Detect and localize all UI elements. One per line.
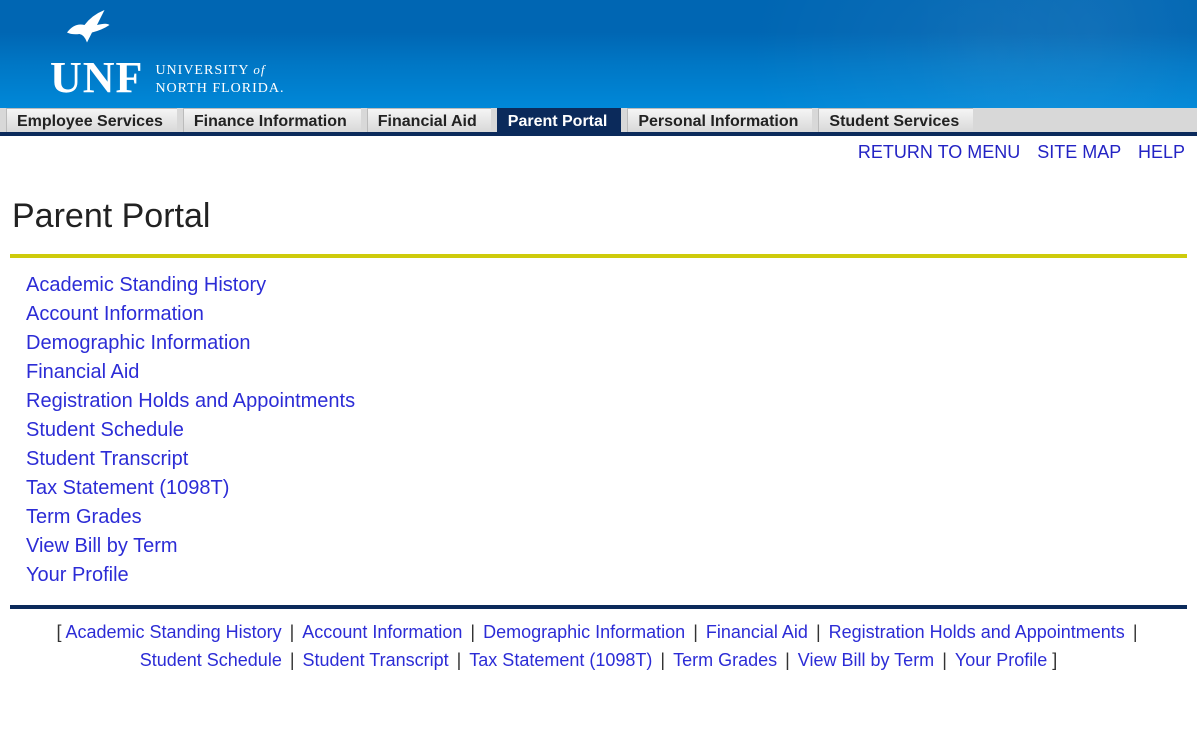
footer-link-account-information[interactable]: Account Information (302, 622, 462, 642)
header-banner: UNF UNIVERSITY of NORTH FLORIDA. (0, 0, 1197, 108)
unf-logo: UNF UNIVERSITY of NORTH FLORIDA. (50, 10, 285, 100)
footer-link-student-schedule[interactable]: Student Schedule (140, 650, 282, 670)
footer-separator: | (282, 650, 303, 670)
footer-separator: | (685, 622, 706, 642)
link-demographic-information[interactable]: Demographic Information (26, 332, 251, 355)
footer-separator: | (449, 650, 470, 670)
tabs-row: Employee ServicesFinance InformationFina… (0, 108, 1197, 136)
tab-financial-aid[interactable]: Financial Aid (367, 108, 491, 132)
link-student-transcript[interactable]: Student Transcript (26, 448, 188, 471)
footer-separator: | (934, 650, 955, 670)
footer-separator: | (808, 622, 829, 642)
link-account-information[interactable]: Account Information (26, 303, 204, 326)
link-your-profile[interactable]: Your Profile (26, 564, 129, 587)
link-tax-statement-1098t-[interactable]: Tax Statement (1098T) (26, 477, 229, 500)
footer-link-student-transcript[interactable]: Student Transcript (303, 650, 449, 670)
brand-short: UNF (50, 56, 143, 100)
footer-bracket-open: [ (56, 622, 65, 642)
footer-separator: | (462, 622, 483, 642)
tab-employee-services[interactable]: Employee Services (6, 108, 177, 132)
footer-link-financial-aid[interactable]: Financial Aid (706, 622, 808, 642)
link-view-bill-by-term[interactable]: View Bill by Term (26, 535, 178, 558)
osprey-icon (62, 5, 112, 55)
site-map-link[interactable]: SITE MAP (1037, 142, 1121, 162)
link-student-schedule[interactable]: Student Schedule (26, 419, 184, 442)
help-link[interactable]: HELP (1138, 142, 1185, 162)
footer-separator: | (777, 650, 798, 670)
footer-link-view-bill-by-term[interactable]: View Bill by Term (798, 650, 934, 670)
footer-link-registration-holds-and-appointments[interactable]: Registration Holds and Appointments (829, 622, 1125, 642)
footer-link-academic-standing-history[interactable]: Academic Standing History (66, 622, 282, 642)
tab-parent-portal[interactable]: Parent Portal (497, 108, 622, 132)
footer-link-your-profile[interactable]: Your Profile (955, 650, 1047, 670)
page-title: Parent Portal (0, 163, 1197, 254)
return-to-menu-link[interactable]: RETURN TO MENU (858, 142, 1020, 162)
footer-links: [ Academic Standing History | Account In… (0, 609, 1197, 695)
brand-line1b: of (253, 62, 265, 77)
brand-line1a: UNIVERSITY (155, 63, 253, 78)
tab-personal-information[interactable]: Personal Information (627, 108, 812, 132)
footer-link-demographic-information[interactable]: Demographic Information (483, 622, 685, 642)
footer-separator: | (282, 622, 303, 642)
footer-separator: | (652, 650, 673, 670)
footer-link-tax-statement-1098t-[interactable]: Tax Statement (1098T) (469, 650, 652, 670)
tab-finance-information[interactable]: Finance Information (183, 108, 361, 132)
link-registration-holds-and-appointments[interactable]: Registration Holds and Appointments (26, 390, 355, 413)
main-links: Academic Standing History Account Informa… (0, 258, 1197, 601)
brand-full: UNIVERSITY of NORTH FLORIDA. (155, 62, 284, 97)
footer-link-term-grades[interactable]: Term Grades (673, 650, 777, 670)
utility-links: RETURN TO MENU SITE MAP HELP (0, 136, 1197, 163)
link-academic-standing-history[interactable]: Academic Standing History (26, 274, 266, 297)
footer-separator: | (1125, 622, 1141, 642)
brand-line2: NORTH FLORIDA. (155, 81, 284, 96)
link-term-grades[interactable]: Term Grades (26, 506, 142, 529)
link-financial-aid[interactable]: Financial Aid (26, 361, 139, 384)
tab-student-services[interactable]: Student Services (818, 108, 973, 132)
footer-bracket-close: ] (1047, 650, 1057, 670)
